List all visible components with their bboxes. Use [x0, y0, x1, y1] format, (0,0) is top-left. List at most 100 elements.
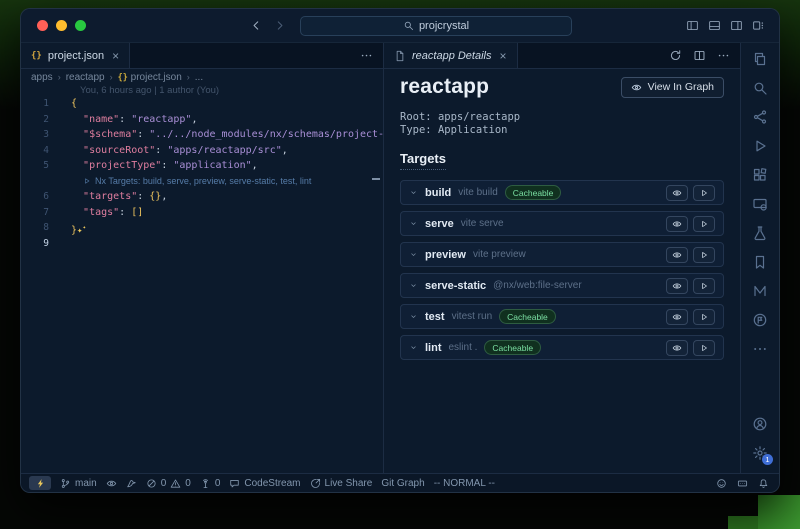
breadcrumb-item[interactable]: ... — [195, 72, 203, 83]
play-icon — [699, 312, 709, 322]
chevron-down-icon[interactable] — [409, 250, 418, 259]
breadcrumb-item[interactable]: {} project.json — [118, 72, 182, 83]
target-row-serve[interactable]: serve vite serve — [400, 211, 724, 236]
activity-beaker-icon[interactable] — [752, 225, 768, 241]
warning-icon — [170, 478, 181, 489]
activity-settings-gear-icon[interactable]: 1 — [752, 445, 768, 461]
view-target-button[interactable] — [666, 185, 688, 201]
layout-panel-icon[interactable] — [708, 19, 721, 32]
code-editor[interactable]: You, 6 hours ago | 1 author (You)1{2 "na… — [21, 85, 383, 473]
activity-more-icon[interactable] — [752, 341, 768, 357]
activity-remote-window-icon[interactable] — [752, 196, 768, 212]
target-command: vite build — [458, 187, 497, 198]
breadcrumb-item[interactable]: reactapp — [66, 72, 105, 83]
command-center[interactable]: projcrystal — [300, 16, 572, 36]
run-target-button[interactable] — [693, 185, 715, 201]
tower-icon — [200, 478, 211, 489]
extensions-icon — [752, 167, 768, 183]
close-window-button[interactable] — [37, 20, 48, 31]
eye-icon — [672, 281, 682, 291]
target-row-build[interactable]: build vite build Cacheable — [400, 180, 724, 205]
breadcrumb[interactable]: apps›reactapp›{} project.json›... — [21, 69, 383, 85]
view-target-button[interactable] — [666, 309, 688, 325]
view-target-button[interactable] — [666, 278, 688, 294]
layout-sidebar-right-icon[interactable] — [730, 19, 743, 32]
statusbar-git-graph[interactable]: Git Graph — [381, 478, 424, 489]
line-number: 5 — [21, 158, 57, 174]
desktop-background: projcrystal {} project.json × apps›re — [0, 0, 800, 529]
statusbar-text: 0 — [161, 478, 167, 489]
split-editor-icon[interactable] — [693, 49, 706, 62]
more-actions-icon[interactable] — [360, 49, 373, 62]
zoom-window-button[interactable] — [75, 20, 86, 31]
minimize-window-button[interactable] — [56, 20, 67, 31]
refresh-icon[interactable] — [669, 49, 682, 62]
activity-run-debug-icon[interactable] — [752, 138, 768, 154]
run-target-button[interactable] — [693, 340, 715, 356]
activity-account-icon[interactable] — [752, 416, 768, 432]
statusbar-git-branch[interactable]: main — [60, 478, 97, 489]
view-in-graph-button[interactable]: View In Graph — [621, 77, 724, 98]
statusbar-problems[interactable]: 00 — [146, 478, 191, 489]
layout-controls — [686, 19, 779, 32]
files-copy-icon — [752, 51, 768, 67]
activity-bar: 1 — [740, 43, 779, 473]
breadcrumb-item[interactable]: apps — [31, 72, 53, 83]
activity-bookmark-icon[interactable] — [752, 254, 768, 270]
codestream-icon — [229, 478, 240, 489]
run-target-button[interactable] — [693, 216, 715, 232]
vscode-window: projcrystal {} project.json × apps›re — [20, 8, 780, 493]
play-icon — [699, 343, 709, 353]
error-icon — [146, 478, 157, 489]
chevron-down-icon[interactable] — [409, 281, 418, 290]
activity-files-copy-icon[interactable] — [752, 51, 768, 67]
target-row-lint[interactable]: lint eslint . Cacheable — [400, 335, 724, 360]
layout-sidebar-icon[interactable] — [686, 19, 699, 32]
target-name: test — [425, 311, 445, 323]
back-icon[interactable] — [250, 19, 263, 32]
targets-heading: Targets — [400, 151, 446, 170]
statusbar-notifications[interactable] — [758, 478, 769, 489]
target-row-serve-static[interactable]: serve-static @nx/web:file-server — [400, 273, 724, 298]
forward-icon[interactable] — [273, 19, 286, 32]
statusbar-pets[interactable] — [126, 478, 137, 489]
code-line: 6 "targets": {}, — [21, 189, 383, 205]
eye-icon — [106, 478, 117, 489]
target-row-test[interactable]: test vitest run Cacheable — [400, 304, 724, 329]
code-line: 5 "projectType": "application", — [21, 158, 383, 174]
view-target-button[interactable] — [666, 340, 688, 356]
statusbar-screencast[interactable] — [737, 478, 748, 489]
view-target-button[interactable] — [666, 216, 688, 232]
run-target-button[interactable] — [693, 309, 715, 325]
statusbar-ports[interactable]: 0 — [200, 478, 221, 489]
activity-extensions-icon[interactable] — [752, 167, 768, 183]
liveshare-icon — [310, 478, 321, 489]
close-icon[interactable]: × — [110, 50, 119, 62]
more-icon[interactable] — [717, 49, 730, 62]
tab-reactapp-details[interactable]: reactapp Details × — [384, 43, 518, 68]
statusbar-feedback[interactable] — [716, 478, 727, 489]
activity-share-graph-icon[interactable] — [752, 109, 768, 125]
statusbar-vim-mode[interactable]: -- NORMAL -- — [434, 478, 495, 489]
chevron-down-icon[interactable] — [409, 343, 418, 352]
activity-search-icon[interactable] — [752, 80, 768, 96]
target-command: vite preview — [473, 249, 526, 260]
chevron-down-icon[interactable] — [409, 312, 418, 321]
layout-customize-icon[interactable] — [752, 19, 765, 32]
chevron-down-icon[interactable] — [409, 219, 418, 228]
view-target-button[interactable] — [666, 247, 688, 263]
run-target-button[interactable] — [693, 247, 715, 263]
tab-project-json[interactable]: {} project.json × — [21, 43, 130, 68]
activity-pin-circle-icon[interactable] — [752, 312, 768, 328]
view-in-graph-label: View In Graph — [648, 81, 714, 93]
run-target-button[interactable] — [693, 278, 715, 294]
statusbar-remote-indicator[interactable] — [29, 476, 51, 490]
target-row-preview[interactable]: preview vite preview — [400, 242, 724, 267]
activity-nx-console-icon[interactable] — [752, 283, 768, 299]
statusbar-codestream[interactable]: CodeStream — [229, 478, 300, 489]
chevron-down-icon[interactable] — [409, 188, 418, 197]
statusbar-gitlens-toggle[interactable] — [106, 478, 117, 489]
statusbar-live-share[interactable]: Live Share — [310, 478, 373, 489]
nx-targets-codelens[interactable]: Nx Targets: build, serve, preview, serve… — [83, 174, 383, 190]
close-icon[interactable]: × — [498, 50, 507, 62]
